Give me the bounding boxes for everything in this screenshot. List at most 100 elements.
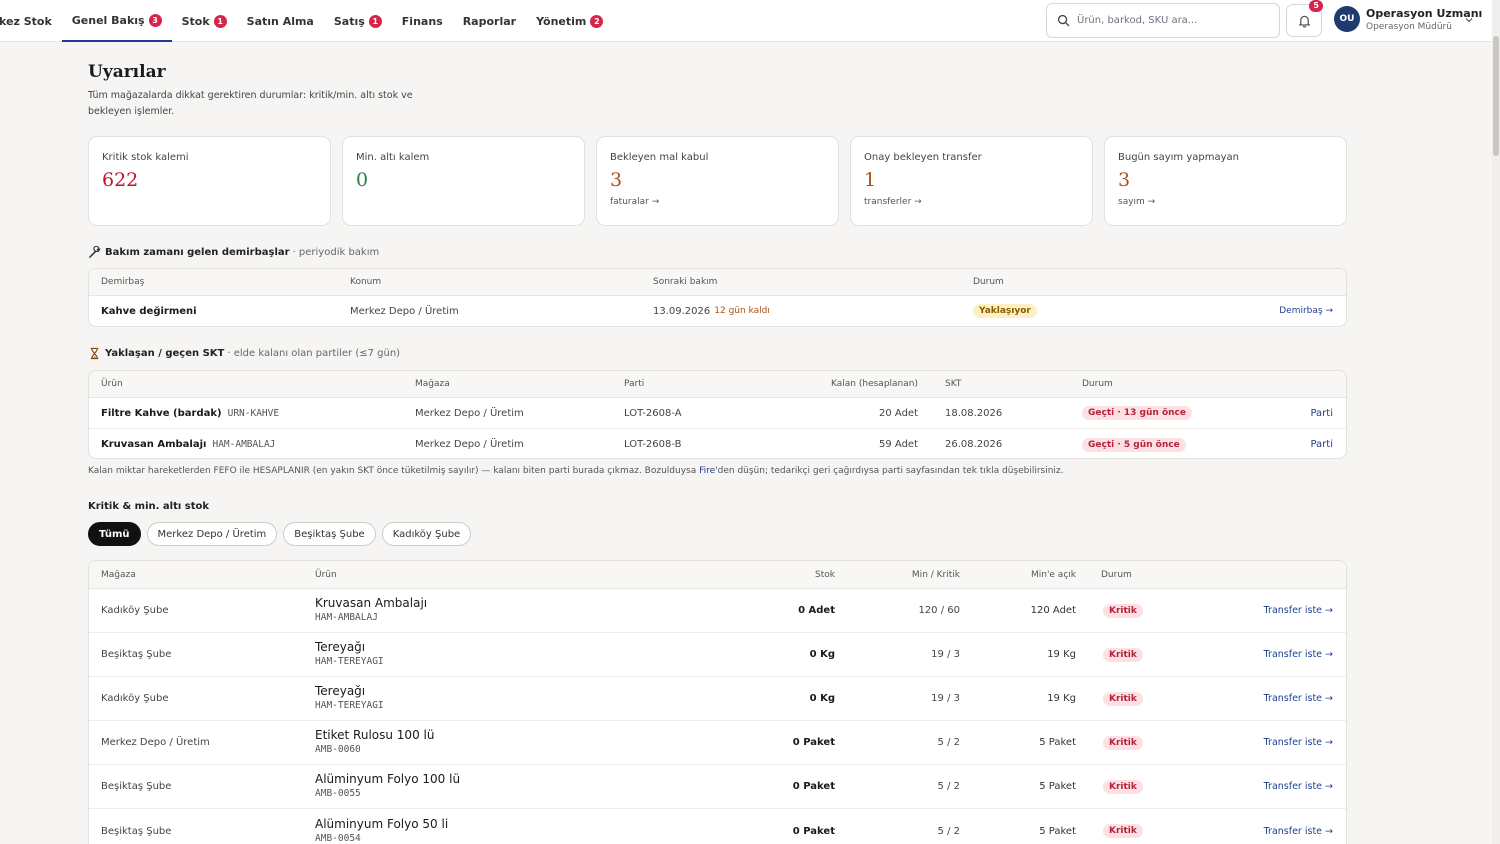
nav-badge: 1 [368,14,382,28]
expiry-table: Ürün Mağaza Parti Kalan (hesaplanan) SKT… [88,370,1347,459]
nav-label: Stok [181,14,210,28]
maintenance-date: 13.09.2026 [653,305,711,317]
product-code: AMB-0060 [315,744,361,755]
notifications-button[interactable]: 5 [1286,0,1323,37]
product-cell: Tereyağı HAM-TEREYAGI [315,677,384,720]
status-cell: Geçti · 5 gün önce [1082,429,1186,458]
kpi-value: 3 [1118,169,1131,191]
min-critical: 19 / 3 [931,693,960,704]
nav-badge: 2 [590,14,604,28]
stock-qty: 0 Paket [792,825,835,837]
nav-item-satin-alma[interactable]: Satın Alma [237,0,324,42]
lot-number: LOT-2608-B [624,439,682,450]
nav-item-stok[interactable]: Stok 1 [172,0,237,42]
col-header: Durum [1082,379,1113,389]
table-row: Filtre Kahve (bardak) URN-KAHVE Merkez De… [89,398,1346,429]
lot-link[interactable]: Parti [1310,398,1333,428]
product-cell: Tereyağı HAM-TEREYAGI [315,633,384,676]
product-code: AMB-0054 [315,832,361,844]
stock-qty: 0 Kg [809,649,835,660]
nav-badge: 1 [213,14,227,28]
table-header: Mağaza Ürün Stok Min / Kritik Min'e açık… [89,561,1346,589]
status-cell: Kritik [1103,589,1143,632]
notification-count-badge: 5 [1309,0,1323,12]
transfer-request-link[interactable]: Transfer iste → [1264,765,1333,808]
transfer-request-link[interactable]: Transfer iste → [1264,809,1333,844]
col-header: Ürün [101,379,123,389]
nav-label: Raporlar [462,14,517,28]
asset-link[interactable]: Demirbaş → [1279,296,1333,326]
kpi-value: 622 [102,169,139,191]
product-name: Tereyağı [315,640,366,654]
nav-item-satis[interactable]: Satış 1 [324,0,392,42]
search-input[interactable]: Ürün, barkod, SKU ara... [1046,3,1280,38]
page-scrollbar[interactable] [1492,0,1500,844]
table-row: Beşiktaş Şube Alüminyum Folyo 100 lü AMB-… [89,765,1346,809]
nav-item-merkez-stok[interactable]: kez Stok [0,0,62,42]
status-badge: Kritik [1103,779,1143,794]
expiry-date: 18.08.2026 [945,407,1003,419]
status-badge: Geçti · 5 gün önce [1082,437,1186,452]
product-name: Alüminyum Folyo 50 li [315,816,449,831]
gap-to-min: 5 Paket [1039,825,1076,837]
status-badge: Kritik [1103,691,1143,706]
status-badge: Kritik [1103,824,1143,838]
status-badge: Kritik [1103,647,1143,662]
remaining-qty: 20 Adet [879,407,918,419]
col-header: Mağaza [101,569,136,580]
transfer-request-link[interactable]: Transfer iste → [1264,721,1333,764]
col-header: Mağaza [415,379,450,389]
kpi-link-transfers[interactable]: transferler → [864,197,1079,207]
min-critical: 120 / 60 [918,605,960,616]
transfer-request-link[interactable]: Transfer iste → [1264,633,1333,676]
chevron-down-icon[interactable] [1464,15,1474,25]
expiry-date: 26.08.2026 [945,439,1003,450]
filter-chip-all[interactable]: Tümü [88,522,141,546]
search-icon [1057,14,1070,27]
filter-chip-besiktas[interactable]: Beşiktaş Şube [283,522,376,546]
nav-item-genel-bakis[interactable]: Genel Bakış 3 [61,0,172,42]
kpi-label: Onay bekleyen transfer [864,152,982,163]
product-code: HAM-AMBALAJ [315,612,378,623]
product-code: AMB-0055 [315,788,361,799]
nav-item-finans[interactable]: Finans [392,0,453,42]
store-name: Beşiktaş Şube [101,781,172,792]
main-nav: kez Stok Genel Bakış 3 Stok 1 Satın Alma S… [0,0,613,42]
search-placeholder: Ürün, barkod, SKU ara... [1077,15,1198,26]
filter-chip-merkez[interactable]: Merkez Depo / Üretim [146,522,278,546]
col-header: Konum [350,277,382,287]
col-header: Sonraki bakım [653,277,718,287]
status-cell: Kritik [1103,765,1143,808]
lot-link[interactable]: Parti [1310,429,1333,458]
table-row: Beşiktaş Şube Alüminyum Folyo 50 li AMB-0… [89,809,1346,844]
remaining-days: 12 gün kaldı [714,306,770,316]
status-badge: Kritik [1103,735,1143,750]
page-title: Uyarılar [88,62,166,82]
product-name: Kruvasan Ambalajı [101,439,207,450]
status-cell: Kritik [1103,721,1143,764]
min-critical: 5 / 2 [937,825,960,837]
transfer-request-link[interactable]: Transfer iste → [1264,589,1333,632]
table-row: Kadıköy Şube Kruvasan Ambalajı HAM-AMBALA… [89,589,1346,633]
gap-to-min: 19 Kg [1047,649,1076,660]
scrollbar-thumb[interactable] [1493,36,1499,156]
avatar[interactable]: OU [1334,6,1360,32]
product-name: Alüminyum Folyo 100 lü [315,772,461,786]
nav-item-yonetim[interactable]: Yönetim 2 [526,0,613,42]
transfer-request-link[interactable]: Transfer iste → [1264,677,1333,720]
product-code: HAM-TEREYAGI [315,656,384,667]
kpi-link-invoices[interactable]: faturalar → [610,197,825,207]
stock-qty: 0 Paket [792,737,835,748]
lot-number: LOT-2608-A [624,407,682,419]
store-name: Merkez Depo / Üretim [101,737,210,748]
status-cell: Kritik [1103,809,1143,844]
fire-link[interactable]: Fire [699,466,715,476]
nav-item-raporlar[interactable]: Raporlar [453,0,526,42]
user-role: Operasyon Müdürü [1366,22,1452,32]
filter-chip-kadikoy[interactable]: Kadıköy Şube [381,522,472,546]
fefo-note: Kalan miktar hareketlerden FEFO ile HESA… [88,466,1064,476]
nav-label: kez Stok [0,14,52,28]
kpi-link-count[interactable]: sayım → [1118,197,1333,207]
status-cell: Kritik [1103,633,1143,676]
product-name: Etiket Rulosu 100 lü [315,728,435,742]
